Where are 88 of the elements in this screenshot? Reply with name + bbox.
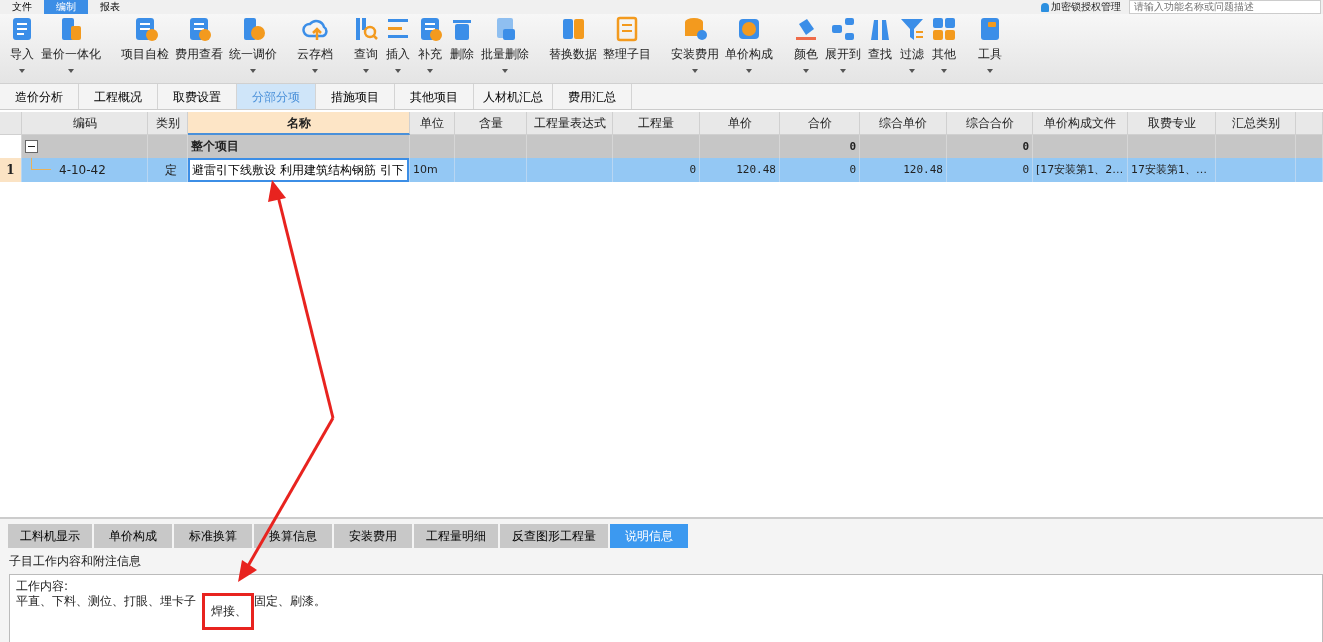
highlighted-text: 焊接、 (202, 593, 254, 630)
toolbar-button[interactable]: 替换数据 (546, 16, 600, 82)
toolbar-button[interactable]: 云存档 (294, 16, 336, 82)
page-tab[interactable]: 费用汇总 (553, 84, 632, 109)
toolbar-button[interactable]: 颜色 (790, 16, 822, 82)
toolbar-button[interactable]: 批量删除 (478, 16, 532, 82)
column-header[interactable]: 名称 (188, 112, 410, 135)
table-cell: 0 (780, 135, 860, 158)
column-header[interactable]: 单价构成文件 (1033, 112, 1128, 135)
grid-icon (931, 16, 957, 42)
table-cell: 定 (148, 158, 188, 182)
toolbar-button[interactable]: 插入 (382, 16, 414, 82)
column-header[interactable]: 编码 (22, 112, 148, 135)
table-cell: 整个项目 (188, 135, 410, 158)
toolbar-button[interactable]: 费用查看 (172, 16, 226, 82)
toolbar-button[interactable]: 删除 (446, 16, 478, 82)
table-cell: 0 (947, 135, 1033, 158)
toolbar-button[interactable]: 其他 (928, 16, 960, 82)
collapse-toggle[interactable] (25, 140, 38, 153)
swap-icon (560, 16, 586, 42)
search-icon (353, 16, 379, 42)
hierarchy-icon (830, 16, 856, 42)
toolbar-button[interactable]: 量价一体化 (38, 16, 104, 82)
toolbar-button[interactable]: 安装费用 (668, 16, 722, 82)
funnel-icon (899, 16, 925, 42)
column-header[interactable]: 合价 (780, 112, 860, 135)
header-cell (1296, 112, 1323, 135)
table-cell: 10m (410, 158, 455, 182)
document-icon (614, 16, 640, 42)
page-tab[interactable]: 措施项目 (316, 84, 395, 109)
detail-tab[interactable]: 反查图形工程量 (500, 524, 608, 548)
detail-tab[interactable]: 换算信息 (254, 524, 332, 548)
column-header[interactable]: 取费专业 (1128, 112, 1216, 135)
table-cell: 120.48 (860, 158, 947, 182)
toolbar-button[interactable]: 工具 (974, 16, 1006, 82)
detail-tab[interactable]: 工料机显示 (8, 524, 92, 548)
detail-tab[interactable]: 工程量明细 (414, 524, 498, 548)
column-header[interactable]: 工程量 (613, 112, 700, 135)
description-text: 平直、下料、测位、打眼、埋卡子 (16, 594, 196, 608)
toolbar-button[interactable]: 单价构成 (722, 16, 776, 82)
table-cell (455, 135, 527, 158)
column-header[interactable]: 汇总类别 (1216, 112, 1296, 135)
row-number: 1 (0, 158, 22, 182)
table-cell: [17安装第1、2… (1033, 158, 1128, 182)
column-header[interactable]: 综合合价 (947, 112, 1033, 135)
table-cell (455, 158, 527, 182)
page-tab[interactable]: 人材机汇总 (474, 84, 553, 109)
toolbar-button[interactable]: 整理子目 (600, 16, 654, 82)
table-cell: 0 (947, 158, 1033, 182)
toolbar-button[interactable]: 项目自检 (118, 16, 172, 82)
toolbar-button[interactable]: 统一调价 (226, 16, 280, 82)
toolbar-button[interactable]: 查询 (350, 16, 382, 82)
cell-editor[interactable]: 避雷引下线敷设 利用建筑结构钢筋 引下 (188, 158, 409, 182)
detail-tab[interactable]: 单价构成 (94, 524, 172, 548)
table-cell (410, 135, 455, 158)
column-header[interactable]: 类别 (148, 112, 188, 135)
toolbar-button[interactable]: 展开到 (822, 16, 864, 82)
description-text: 工作内容: (16, 579, 69, 593)
page-tab[interactable]: 造价分析 (0, 84, 79, 109)
account-link[interactable]: 加密锁授权管理 (1051, 0, 1121, 14)
toolbar-button[interactable]: 过滤 (896, 16, 928, 82)
toolbar-button[interactable]: 导入 (6, 16, 38, 82)
toolbar-button[interactable]: 补充 (414, 16, 446, 82)
column-header[interactable]: 单价 (700, 112, 780, 135)
table-cell: 17安装第1、… (1128, 158, 1216, 182)
column-header[interactable]: 综合单价 (860, 112, 947, 135)
detail-tab[interactable]: 标准换算 (174, 524, 252, 548)
menu-tab[interactable]: 文件 (0, 0, 44, 14)
page-tab[interactable]: 工程概况 (79, 84, 158, 109)
table-cell: 0 (613, 158, 700, 182)
column-header[interactable]: 含量 (455, 112, 527, 135)
menu-tab[interactable]: 报表 (88, 0, 132, 14)
table-cell: 120.48 (700, 158, 780, 182)
page-tab[interactable]: 其他项目 (395, 84, 474, 109)
code-text: 4-10-42 (59, 163, 106, 177)
tree-line (31, 158, 51, 170)
table-cell: 0 (780, 158, 860, 182)
detail-tab[interactable]: 安装费用 (334, 524, 412, 548)
description-text: 固定、刷漆。 (254, 594, 326, 608)
header-cell (0, 112, 22, 135)
column-header[interactable]: 工程量表达式 (527, 112, 613, 135)
column-header[interactable]: 单位 (410, 112, 455, 135)
search-field[interactable]: 请输入功能名称或问题描述 (1129, 0, 1321, 14)
user-icon (1041, 2, 1049, 12)
toolbar-button[interactable]: 查找 (864, 16, 896, 82)
panel-title: 子目工作内容和附注信息 (8, 553, 142, 570)
table-cell (1296, 158, 1323, 182)
table-cell (1296, 135, 1323, 158)
